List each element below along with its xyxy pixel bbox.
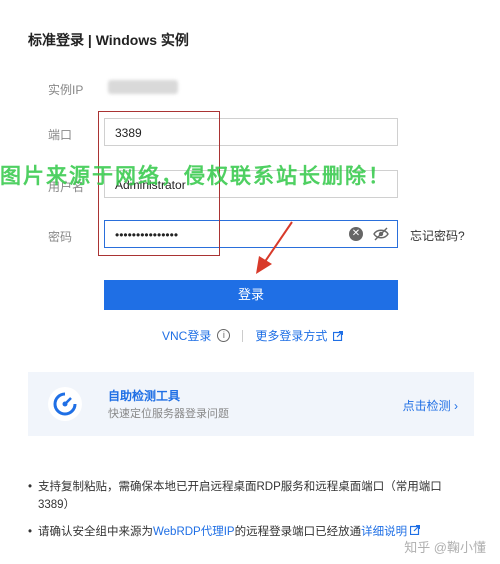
check-link-label: 点击检测 [402,399,451,413]
port-label: 端口 [48,128,73,142]
tool-description: 快速定位服务器登录问题 [108,408,229,420]
chevron-right-icon: › [454,399,458,413]
webrdp-proxy-ip-link[interactable]: WebRDP代理IP [153,526,235,538]
ip-value-redacted [108,80,178,94]
note-text: 请确认安全组中来源为 [38,526,153,538]
check-link[interactable]: 点击检测 › [403,397,458,414]
vnc-login-link[interactable]: VNC登录 [162,327,211,344]
note-text: 的远程登录端口已经放通 [234,526,362,538]
alt-login-links: VNC登录 i 更多登录方式 [162,327,344,344]
eye-off-icon[interactable] [373,227,389,241]
divider [242,329,244,342]
note-item: 请确认安全组中来源为WebRDP代理IP的远程登录端口已经放通详细说明 [28,523,468,541]
ip-label: 实例IP [48,83,84,97]
source-watermark: 知乎 @鞠小懂 [404,540,486,555]
info-icon[interactable]: i [217,329,231,342]
gauge-icon [48,387,82,421]
password-label: 密码 [48,230,73,244]
details-link[interactable]: 详细说明 [361,526,407,538]
annotation-arrow-icon [256,221,293,274]
notes-list: 支持复制粘贴，需确保本地已开启远程桌面RDP服务和远程桌面端口（常用端口3389… [28,478,468,550]
clear-icon[interactable]: ✕ [349,227,363,241]
forgot-password-link[interactable]: 忘记密码? [410,227,465,244]
watermark-text: 图片来源于网络，侵权联系站长删除！ [0,165,391,188]
more-login-methods-link[interactable]: 更多登录方式 [255,327,327,344]
external-link-icon[interactable] [333,330,344,341]
self-check-tool-card: 自助检测工具 快速定位服务器登录问题 点击检测 › [28,372,474,436]
tool-name: 自助检测工具 [108,389,181,403]
note-item: 支持复制粘贴，需确保本地已开启远程桌面RDP服务和远程桌面端口（常用端口3389… [28,478,468,514]
page-title: 标准登录 | Windows 实例 [28,32,189,48]
external-link-icon[interactable] [410,524,421,536]
login-button[interactable]: 登录 [104,280,398,310]
note-text: 支持复制粘贴，需确保本地已开启远程桌面RDP服务和远程桌面端口（常用端口3389… [38,481,442,511]
